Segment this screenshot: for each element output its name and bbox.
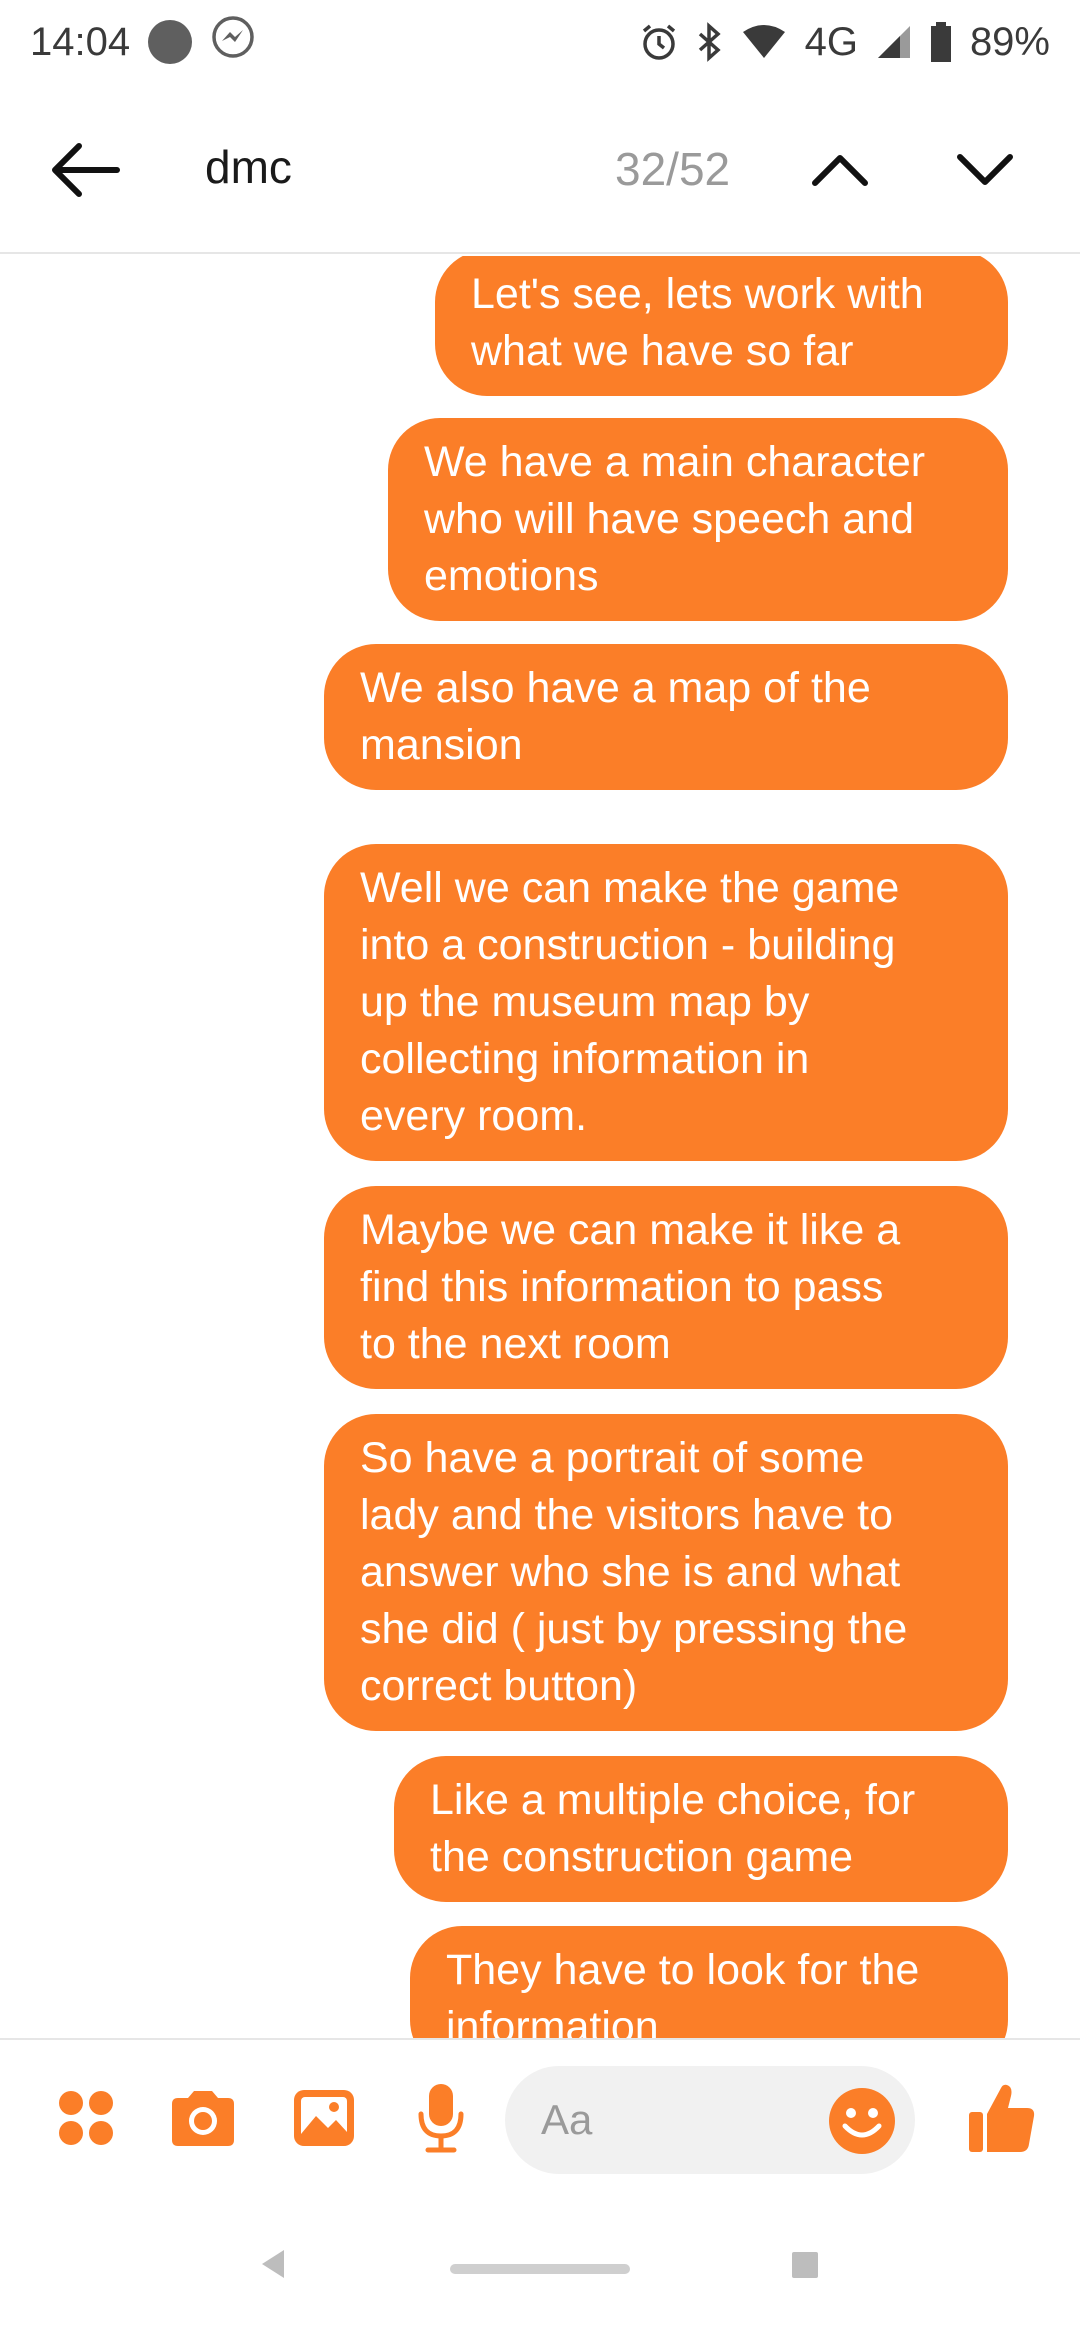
message-bubble[interactable]: So have a portrait of some lady and the … (324, 1414, 1008, 1731)
camera-button[interactable] (165, 2080, 241, 2156)
smiley-icon (829, 2088, 895, 2154)
status-right: 4G 89% (639, 20, 1050, 65)
arrow-left-icon (52, 143, 120, 197)
previous-match-button[interactable] (800, 132, 880, 208)
chevron-down-icon (957, 154, 1013, 185)
message-list[interactable]: Let's see, lets work with what we have s… (0, 256, 1080, 2038)
voice-message-button[interactable] (405, 2078, 477, 2158)
message-composer (0, 2038, 1080, 2198)
message-input-container[interactable] (505, 2066, 915, 2174)
status-left: 14:04 (30, 14, 256, 70)
search-header: dmc 32/52 (0, 84, 1080, 254)
search-query[interactable]: dmc (205, 140, 292, 194)
four-dots-icon (59, 2091, 113, 2145)
gallery-button[interactable] (286, 2080, 362, 2156)
message-bubble[interactable]: They have to look for the information (410, 1926, 1008, 2038)
message-bubble[interactable]: We also have a map of the mansion (324, 644, 1008, 790)
microphone-icon (418, 2084, 464, 2153)
messenger-icon (210, 14, 256, 70)
message-text: Well we can make the game into a constru… (360, 864, 900, 1140)
message-text: Maybe we can make it like a find this in… (360, 1206, 901, 1368)
message-text: Like a multiple choice, for the construc… (430, 1776, 916, 1881)
message-bubble[interactable]: Maybe we can make it like a find this in… (324, 1186, 1008, 1389)
emoji-button[interactable] (827, 2086, 897, 2156)
network-type: 4G (804, 19, 858, 64)
thumbs-up-icon (969, 2084, 1035, 2152)
triangle-back-icon (262, 2250, 284, 2278)
chevron-up-icon (812, 155, 868, 186)
message-text: We also have a map of the mansion (360, 664, 871, 769)
system-navigation-bar (0, 2198, 1080, 2340)
status-time: 14:04 (30, 19, 131, 64)
message-text: We have a main character who will have s… (424, 438, 926, 600)
system-home-button[interactable] (450, 2264, 630, 2274)
bluetooth-icon (697, 22, 723, 62)
message-bubble[interactable]: Let's see, lets work with what we have s… (435, 256, 1008, 396)
back-button[interactable] (40, 130, 130, 210)
search-match-counter: 32/52 (615, 143, 731, 195)
message-text: Let's see, lets work with what we have s… (471, 270, 924, 375)
notification-dot-icon (148, 20, 193, 64)
signal-icon (876, 24, 912, 60)
next-match-button[interactable] (945, 132, 1025, 208)
system-back-button[interactable] (258, 2248, 288, 2285)
status-bar: 14:04 4G 89% (0, 0, 1080, 84)
alarm-icon (639, 22, 679, 62)
message-bubble[interactable]: Like a multiple choice, for the construc… (394, 1756, 1008, 1902)
message-bubble[interactable]: Well we can make the game into a constru… (324, 844, 1008, 1161)
message-input[interactable] (541, 2090, 791, 2150)
image-icon (294, 2090, 354, 2146)
system-recents-button[interactable] (792, 2252, 818, 2278)
wifi-icon (741, 24, 787, 60)
like-button[interactable] (962, 2076, 1042, 2160)
message-bubble[interactable]: We have a main character who will have s… (388, 418, 1008, 621)
battery-percent: 89% (969, 19, 1050, 64)
message-text: They have to look for the information (446, 1946, 920, 2038)
more-actions-button[interactable] (50, 2082, 122, 2154)
messenger-screen: 14:04 4G 89% dmc 32/52 Let's see, lets w… (0, 0, 1080, 2340)
camera-icon (172, 2091, 234, 2146)
message-text: So have a portrait of some lady and the … (360, 1434, 908, 1710)
battery-icon (930, 22, 952, 62)
